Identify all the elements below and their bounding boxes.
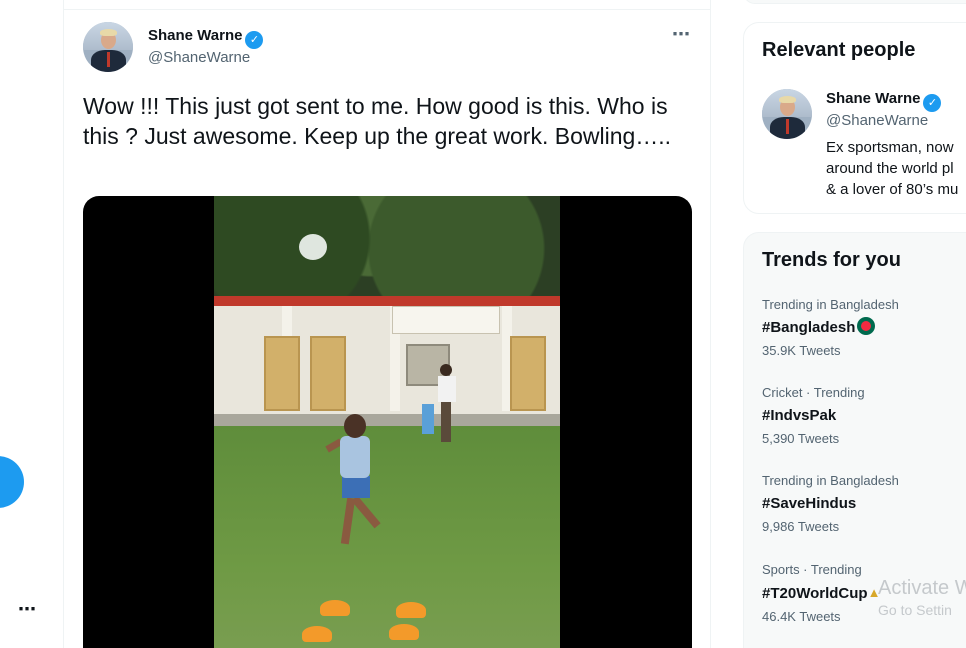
trend-tag-text: #Bangladesh [762,319,856,336]
tweet-text: Wow !!! This just got sent to me. How go… [83,93,672,149]
trend-tag: #T20WorldCup▲ [762,582,966,605]
tweet-column: Shane Warne ✓ @ShaneWarne ⋯ Wow !!! This … [63,0,711,648]
bowling-child [324,414,394,554]
trend-item[interactable]: Trending in Bangladesh #Bangladesh 35.9K… [762,297,966,359]
trends-card: Trends for you Trending in Bangladesh #B… [743,232,966,648]
trend-meta: Trending in Bangladesh [762,473,899,488]
trend-count: 5,390 Tweets [762,431,840,446]
trend-meta: Trending in Bangladesh [762,297,899,312]
relevant-person-bio: Ex sportsman, now around the world pl & … [826,137,966,200]
relevant-people-title: Relevant people [762,39,916,61]
author-avatar[interactable] [83,22,133,72]
batsman [436,364,456,444]
relevant-people-card: Relevant people Shane Warne ✓ @ShaneWarne… [743,22,966,214]
more-menu-icon[interactable]: ⋯ [18,600,37,618]
verified-badge-icon: ✓ [923,94,942,112]
trend-meta: Sports · Trending [762,562,862,577]
verified-badge-icon: ✓ [245,31,264,49]
divider [64,9,710,10]
cone [389,624,419,640]
trend-meta: Cricket · Trending [762,385,865,400]
relevant-person-name-text[interactable]: Shane Warne [826,90,920,107]
cone [302,626,332,642]
author-handle[interactable]: @ShaneWarne [148,49,250,66]
trend-tag: #Bangladesh [762,317,966,339]
school-building [214,296,560,416]
trend-tag: #IndvsPak [762,407,837,424]
compose-tweet-button[interactable] [0,456,24,508]
bio-line: & a lover of 80’s mu [826,181,959,198]
bio-line: around the world pl [826,160,954,177]
bangladesh-flag-icon [857,317,876,335]
trends-title: Trends for you [762,249,901,271]
relevant-person-avatar[interactable] [762,89,812,139]
tweet-more-options-icon[interactable]: ⋯ [672,24,691,45]
author-name[interactable]: Shane Warne ✓ [148,27,264,49]
trend-count: 46.4K Tweets [762,609,841,624]
trend-tag: #SaveHindus [762,495,857,512]
relevant-person-handle[interactable]: @ShaneWarne [826,112,928,129]
school-sign [392,306,500,334]
trend-item[interactable]: Trending in Bangladesh #SaveHindus 9,986… [762,473,966,535]
relevant-person-name[interactable]: Shane Warne ✓ [826,90,942,112]
author-name-text[interactable]: Shane Warne [148,27,242,44]
trend-item[interactable]: Sports · Trending #T20WorldCup▲ 46.4K Tw… [762,562,966,625]
tweet-video[interactable] [83,196,692,648]
trend-item[interactable]: Cricket · Trending #IndvsPak 5,390 Tweet… [762,385,966,447]
cone [320,600,350,616]
search-card [743,0,966,4]
trophy-icon: ▲ [867,585,881,600]
cone [396,602,426,618]
trend-tag-text: #T20WorldCup [762,585,868,602]
trend-count: 9,986 Tweets [762,519,840,534]
trend-count: 35.9K Tweets [762,343,841,358]
video-frame[interactable] [214,196,560,648]
bio-line: Ex sportsman, now [826,139,954,156]
